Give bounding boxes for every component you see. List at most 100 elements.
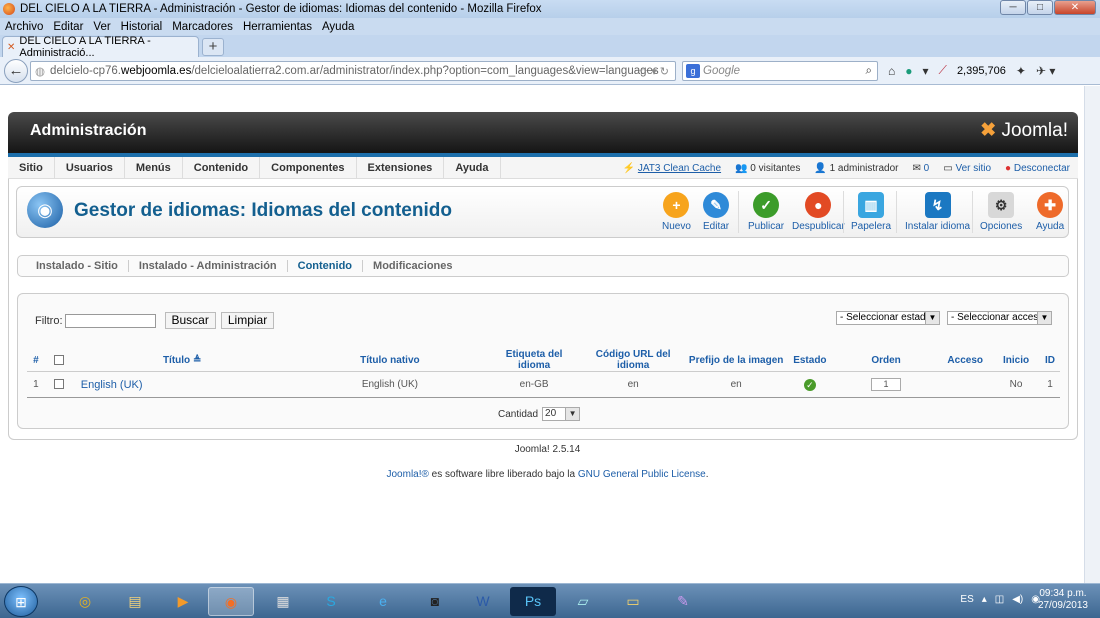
calculator-icon[interactable]: ▦ — [260, 587, 306, 616]
access-select[interactable]: - Seleccionar acceso - ▼ — [947, 311, 1052, 325]
col-image-prefix[interactable]: Prefijo de la imagen — [686, 349, 786, 372]
state-select[interactable]: - Seleccionar estado - ▼ — [836, 311, 940, 325]
toolbar-edit-button[interactable]: ✎ Editar — [703, 192, 729, 232]
maximize-button[interactable]: □ — [1027, 0, 1053, 15]
stats-icon[interactable]: ⟋ — [939, 63, 947, 78]
new-tab-button[interactable]: + — [202, 38, 224, 56]
col-native-title[interactable]: Título nativo — [291, 349, 489, 372]
limit-select[interactable]: 20 ▼ — [542, 407, 581, 421]
addon-icon[interactable]: ● — [905, 64, 912, 78]
firefox-taskbar-icon[interactable]: ◉ — [208, 587, 254, 616]
close-button[interactable]: ✕ — [1054, 0, 1096, 15]
menu-archivo[interactable]: Archivo — [5, 21, 43, 33]
subnav-overrides[interactable]: Modificaciones — [363, 260, 462, 272]
filter-input[interactable] — [64, 313, 156, 328]
toolbar-install-button[interactable]: ↯ Instalar idioma — [905, 192, 970, 232]
check-all-checkbox[interactable] — [53, 354, 64, 365]
url-bar[interactable]: ◍ delcielo-cp76. webjoomla.es/delcieloala… — [30, 61, 676, 81]
logout-link[interactable]: Desconectar — [1014, 163, 1070, 174]
extension2-icon[interactable]: ✈ ▾ — [1036, 64, 1055, 78]
dropdown-icon[interactable]: ▾ — [923, 64, 929, 78]
home-icon[interactable]: ⌂ — [888, 64, 895, 78]
tray-arrow-icon[interactable]: ▴ — [982, 594, 987, 605]
order-input[interactable]: 1 — [871, 378, 902, 391]
app-icon[interactable]: ▱ — [560, 587, 606, 616]
bookmark-star-icon[interactable]: ☆ ▾ ↻ — [638, 65, 669, 78]
webcam-icon[interactable]: ◙ — [412, 587, 458, 616]
folder-app-icon[interactable]: ▭ — [610, 587, 656, 616]
media-player-icon[interactable]: ▶ — [160, 587, 206, 616]
back-button[interactable]: ← — [4, 59, 28, 83]
col-access[interactable]: Acceso — [938, 349, 993, 372]
menu-ayuda-admin[interactable]: Ayuda — [444, 156, 501, 179]
menu-editar[interactable]: Editar — [53, 21, 83, 33]
clock[interactable]: 09:34 p.m. 27/09/2013 — [1038, 588, 1088, 612]
pagination-limit: Cantidad 20 ▼ — [498, 407, 581, 421]
window-controls: ─ □ ✕ — [1000, 0, 1096, 15]
toolbar-help-button[interactable]: ✚ Ayuda — [1036, 192, 1064, 232]
menu-extensiones[interactable]: Extensiones — [357, 156, 445, 179]
col-status[interactable]: Estado — [785, 349, 834, 372]
row-checkbox[interactable] — [53, 379, 64, 390]
view-site-link[interactable]: Ver sitio — [955, 163, 991, 174]
menu-menus[interactable]: Menús — [125, 156, 183, 179]
col-home[interactable]: Inicio — [992, 349, 1040, 372]
skype-icon[interactable]: S — [308, 587, 354, 616]
search-button[interactable]: Buscar — [164, 312, 216, 329]
messages-icon[interactable]: ✉ — [912, 163, 920, 174]
col-language-tag[interactable]: Etiqueta del idioma — [488, 349, 580, 372]
col-url-code[interactable]: Código URL del idioma — [579, 349, 687, 372]
subnav-installed-site[interactable]: Instalado - Sitio — [26, 260, 129, 272]
photoshop-icon[interactable]: Ps — [510, 587, 556, 616]
subnav-installed-admin[interactable]: Instalado - Administración — [129, 260, 288, 272]
menu-usuarios[interactable]: Usuarios — [55, 156, 125, 179]
start-button[interactable]: ⊞ — [4, 586, 38, 617]
clean-cache-link[interactable]: JAT3 Clean Cache — [638, 163, 721, 174]
col-title[interactable]: Título ≜ — [72, 349, 292, 372]
menu-ver[interactable]: Ver — [93, 21, 110, 33]
tray-volume-icon[interactable]: ◀) — [1012, 594, 1023, 605]
row-title-link[interactable]: English (UK) — [72, 371, 292, 398]
menu-marcadores[interactable]: Marcadores — [172, 21, 233, 33]
chrome-icon[interactable]: ◎ — [62, 587, 108, 616]
row-number: 1 — [27, 371, 45, 398]
toolbar-unpublish-button[interactable]: ● Despublicar — [792, 192, 845, 232]
word-icon[interactable]: W — [460, 587, 506, 616]
paint-icon[interactable]: ✎ — [660, 587, 706, 616]
minimize-button[interactable]: ─ — [1000, 0, 1026, 15]
clear-button[interactable]: Limpiar — [220, 312, 275, 329]
subnav-content[interactable]: Contenido — [288, 260, 364, 272]
language-indicator[interactable]: ES — [960, 594, 973, 605]
published-check-icon[interactable]: ✓ — [803, 378, 816, 391]
gpl-link[interactable]: GNU General Public License — [578, 469, 706, 480]
url-path: /delcieloalatierra2.com.ar/administrator… — [191, 65, 659, 77]
tab-label: DEL CIELO A LA TIERRA - Administració... — [19, 35, 151, 59]
col-id[interactable]: ID — [1039, 349, 1060, 372]
toolbar-trash-button[interactable]: ▥ Papelera — [851, 192, 891, 232]
site-identity-icon[interactable]: ◍ — [35, 64, 45, 78]
page-viewport: Administración ✖ Joomla! Sitio Usuarios … — [0, 86, 1100, 583]
toolbar-new-button[interactable]: + Nuevo — [662, 192, 691, 232]
menu-sitio[interactable]: Sitio — [8, 156, 55, 179]
messages-count[interactable]: 0 — [924, 163, 930, 174]
vertical-scrollbar[interactable] — [1084, 86, 1100, 583]
browser-tab[interactable]: ✕ DEL CIELO A LA TIERRA - Administració.… — [2, 35, 199, 59]
logout-icon: ● — [1005, 162, 1012, 174]
menu-ayuda[interactable]: Ayuda — [322, 21, 354, 33]
search-box[interactable]: g Google ⌕ — [682, 61, 878, 81]
menu-componentes[interactable]: Componentes — [260, 156, 357, 179]
visitors-count: 0 visitantes — [750, 162, 801, 174]
internet-explorer-icon[interactable]: e — [360, 587, 406, 616]
col-order[interactable]: Orden — [833, 349, 939, 372]
magnifier-icon[interactable]: ⌕ — [866, 65, 872, 78]
tray-network-icon[interactable]: ◫ — [995, 594, 1004, 605]
toolbar-options-button[interactable]: ⚙ Opciones — [980, 192, 1022, 232]
menu-historial[interactable]: Historial — [121, 21, 163, 33]
menu-contenido[interactable]: Contenido — [183, 156, 261, 179]
joomla-link[interactable]: Joomla!® — [387, 469, 429, 480]
extension-icon[interactable]: ✦ — [1016, 64, 1026, 78]
google-icon[interactable]: g — [686, 64, 700, 78]
explorer-folder-icon[interactable]: ▤ — [112, 587, 158, 616]
menu-herramientas[interactable]: Herramientas — [243, 21, 312, 33]
toolbar-publish-button[interactable]: ✓ Publicar — [748, 192, 784, 232]
